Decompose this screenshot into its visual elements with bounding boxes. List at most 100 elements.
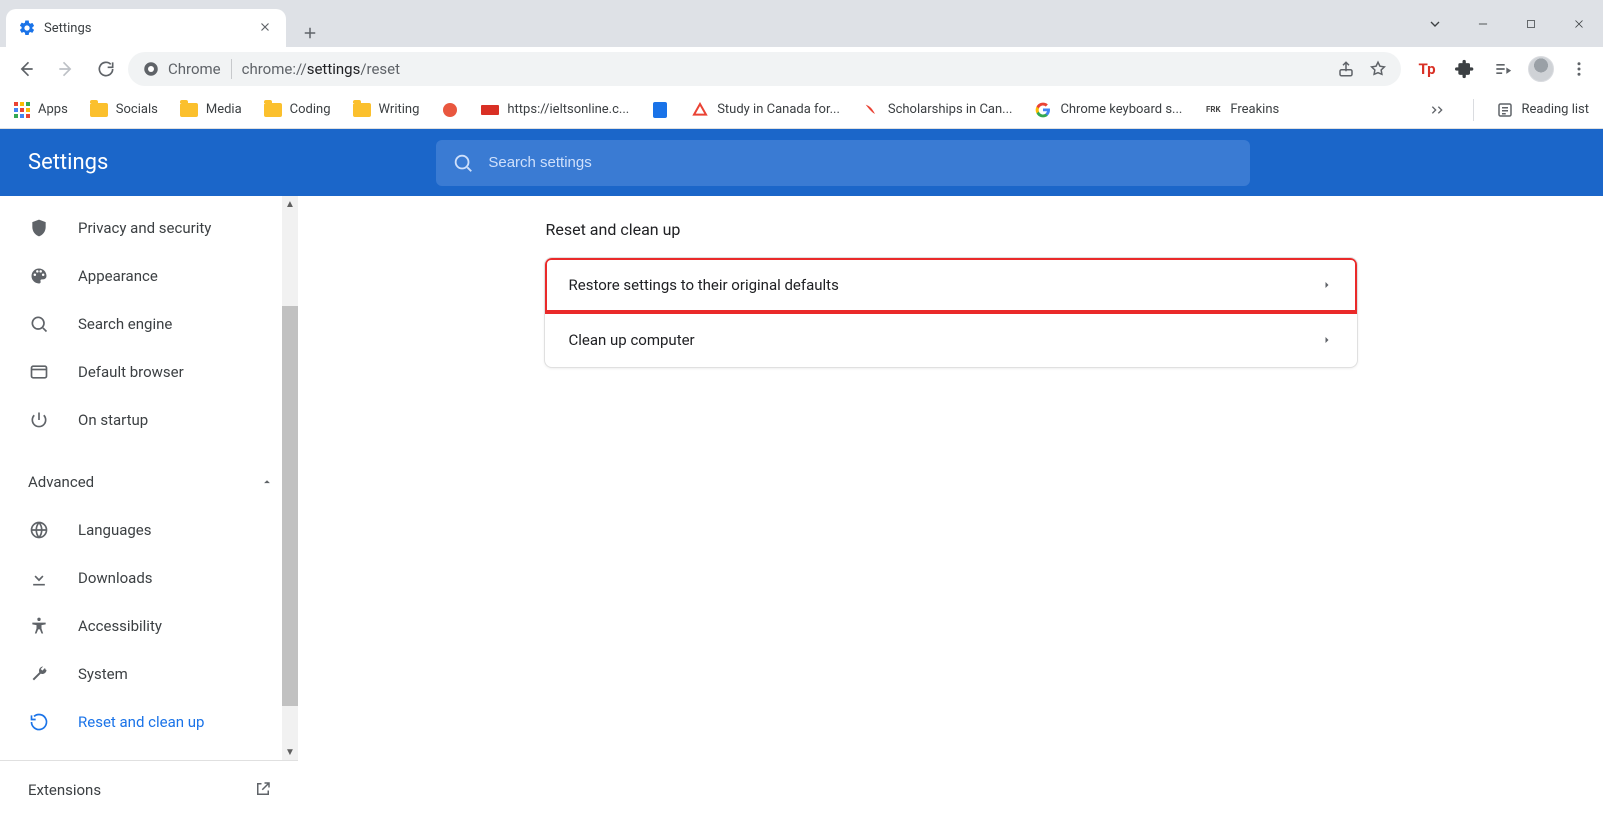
browser-tab-settings[interactable]: Settings — [6, 9, 286, 47]
bookmark-label: Chrome keyboard s... — [1060, 102, 1182, 117]
bookmark-apps[interactable]: Apps — [14, 102, 68, 118]
tab-title: Settings — [44, 21, 250, 36]
sidebar-item-reset[interactable]: Reset and clean up — [0, 698, 298, 746]
reading-list-label: Reading list — [1522, 102, 1589, 117]
sidebar-item-appearance[interactable]: Appearance — [0, 252, 298, 300]
share-icon[interactable] — [1337, 60, 1355, 78]
sidebar-item-label: Downloads — [78, 569, 153, 587]
sidebar-item-default-browser[interactable]: Default browser — [0, 348, 298, 396]
address-bar[interactable]: Chrome chrome://settings/reset — [128, 52, 1401, 86]
nav-reload-button[interactable] — [88, 51, 124, 87]
settings-header: Settings — [0, 129, 1603, 196]
profile-avatar[interactable] — [1525, 53, 1557, 85]
bookmark-label: Writing — [379, 102, 420, 117]
settings-body: ▲ ▼ Privacy and security Appearance Sear… — [0, 196, 1603, 818]
chevron-up-icon — [260, 475, 274, 489]
apps-icon — [14, 102, 30, 118]
row-clean-up-computer[interactable]: Clean up computer — [545, 312, 1357, 367]
sidebar-item-label: System — [78, 665, 128, 683]
site-icon — [651, 101, 669, 119]
sidebar-item-label: Search engine — [78, 315, 172, 333]
scrollbar-thumb[interactable] — [282, 306, 298, 706]
site-chip: Chrome — [142, 60, 221, 78]
bookmark-folder-media[interactable]: Media — [180, 102, 242, 117]
window-controls — [1411, 0, 1603, 47]
bookmark-link-3[interactable]: Study in Canada for... — [691, 101, 840, 119]
url-path: settings — [307, 60, 361, 78]
divider — [231, 59, 232, 79]
window-maximize-button[interactable] — [1507, 0, 1555, 47]
scroll-down-arrow-icon[interactable]: ▼ — [282, 744, 298, 760]
close-icon[interactable] — [258, 20, 274, 36]
bookmark-link-1[interactable]: https://ieltsonline.c... — [481, 101, 629, 119]
row-label: Restore settings to their original defau… — [569, 276, 839, 294]
reading-list-button[interactable]: Reading list — [1496, 101, 1589, 119]
google-icon — [1034, 101, 1052, 119]
sidebar-item-system[interactable]: System — [0, 650, 298, 698]
sidebar-item-downloads[interactable]: Downloads — [0, 554, 298, 602]
settings-app: Settings ▲ ▼ Privacy and — [0, 129, 1603, 818]
bookmark-folder-socials[interactable]: Socials — [90, 102, 158, 117]
scrollbar-track[interactable]: ▲ ▼ — [282, 196, 298, 760]
site-icon — [691, 101, 709, 119]
chevron-right-icon — [1321, 279, 1333, 291]
shield-icon — [28, 217, 50, 239]
window-close-button[interactable] — [1555, 0, 1603, 47]
sidebar-item-privacy[interactable]: Privacy and security — [0, 204, 298, 252]
nav-back-button[interactable] — [8, 51, 44, 87]
chevron-right-icon — [1321, 334, 1333, 346]
bookmark-folder-writing[interactable]: Writing — [353, 102, 420, 117]
toolbar-actions: Tp — [1405, 53, 1595, 85]
search-icon — [452, 152, 474, 174]
site-icon: FRK — [1204, 101, 1222, 119]
kebab-menu-icon[interactable] — [1563, 53, 1595, 85]
site-icon — [481, 101, 499, 119]
bookmark-link-2[interactable] — [651, 101, 669, 119]
bookmark-folder-coding[interactable]: Coding — [264, 102, 331, 117]
settings-search-input[interactable] — [488, 154, 1234, 171]
window-minimize-button[interactable] — [1459, 0, 1507, 47]
bookmark-label: Media — [206, 102, 242, 117]
bookmarks-bar: Apps Socials Media Coding Writing https:… — [0, 91, 1603, 129]
sidebar-item-on-startup[interactable]: On startup — [0, 396, 298, 444]
sidebar-item-label: Privacy and security — [78, 219, 211, 237]
palette-icon — [28, 265, 50, 287]
bookmark-link-5[interactable]: Chrome keyboard s... — [1034, 101, 1182, 119]
bookmark-link-0[interactable] — [441, 101, 459, 119]
scroll-up-arrow-icon[interactable]: ▲ — [282, 196, 298, 212]
sidebar-item-extensions[interactable]: Extensions — [0, 760, 298, 818]
bookmarks-overflow-button[interactable] — [1423, 102, 1451, 118]
reading-list-icon — [1496, 101, 1514, 119]
divider — [1473, 99, 1474, 121]
extension-tp-icon[interactable]: Tp — [1411, 53, 1443, 85]
chevron-down-icon[interactable] — [1411, 0, 1459, 47]
sidebar-section-advanced[interactable]: Advanced — [0, 458, 298, 506]
browser-icon — [28, 361, 50, 383]
bookmark-link-4[interactable]: Scholarships in Can... — [862, 101, 1013, 119]
row-restore-defaults[interactable]: Restore settings to their original defau… — [545, 258, 1357, 312]
bookmark-label: Scholarships in Can... — [888, 102, 1013, 117]
accessibility-icon — [28, 615, 50, 637]
section-title: Reset and clean up — [544, 220, 1358, 239]
bookmark-label: Freakins — [1230, 102, 1279, 117]
sidebar-item-label: Accessibility — [78, 617, 162, 635]
url-text: chrome://settings/reset — [242, 60, 400, 78]
settings-search[interactable] — [436, 140, 1250, 186]
sidebar-item-accessibility[interactable]: Accessibility — [0, 602, 298, 650]
sidebar-item-label: Reset and clean up — [78, 713, 204, 731]
sidebar-item-languages[interactable]: Languages — [0, 506, 298, 554]
wrench-icon — [28, 663, 50, 685]
sidebar-item-label: Extensions — [28, 781, 101, 799]
extensions-icon[interactable] — [1449, 53, 1481, 85]
new-tab-button[interactable] — [296, 19, 324, 47]
nav-forward-button[interactable] — [48, 51, 84, 87]
media-control-icon[interactable] — [1487, 53, 1519, 85]
power-icon — [28, 409, 50, 431]
star-icon[interactable] — [1369, 60, 1387, 78]
site-icon — [441, 101, 459, 119]
bookmark-link-6[interactable]: FRK Freakins — [1204, 101, 1279, 119]
globe-icon — [28, 519, 50, 541]
sidebar-item-label: Default browser — [78, 363, 184, 381]
sidebar-item-search-engine[interactable]: Search engine — [0, 300, 298, 348]
search-icon — [28, 313, 50, 335]
